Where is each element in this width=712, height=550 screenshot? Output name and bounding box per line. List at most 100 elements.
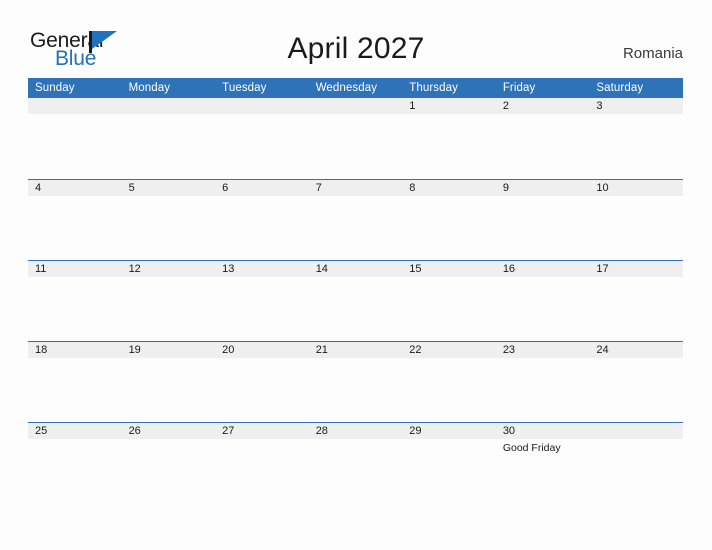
calendar-day-cell[interactable] xyxy=(28,98,122,179)
calendar-day-cell[interactable]: 10 xyxy=(589,179,683,260)
calendar-day-cell[interactable]: 26 xyxy=(121,422,216,503)
calendar-day-events xyxy=(589,439,683,442)
calendar-day-content xyxy=(215,98,309,179)
calendar-day-number: 25 xyxy=(28,422,122,439)
calendar-day-events xyxy=(28,114,122,117)
calendar-day-cell[interactable] xyxy=(589,422,683,503)
calendar-day-events xyxy=(122,277,216,280)
calendar-day-content: 12 xyxy=(121,260,216,341)
calendar-event-label: Good Friday xyxy=(502,442,561,454)
calendar-day-number: 5 xyxy=(121,179,216,196)
calendar-day-cell[interactable]: 22 xyxy=(402,341,496,422)
calendar-day-cell[interactable]: 27 xyxy=(215,422,309,503)
calendar-day-number: 29 xyxy=(402,422,496,439)
calendar-day-cell[interactable]: 7 xyxy=(308,179,403,260)
calendar-day-events xyxy=(215,277,309,280)
calendar-day-cell[interactable] xyxy=(215,98,309,179)
calendar-day-cell[interactable]: 21 xyxy=(308,341,403,422)
calendar-day-content: 14 xyxy=(308,260,403,341)
calendar-day-events xyxy=(402,439,496,442)
calendar-day-events xyxy=(309,196,403,199)
calendar-day-number: 27 xyxy=(215,422,309,439)
calendar-day-events xyxy=(496,196,590,199)
calendar-day-cell[interactable]: 15 xyxy=(402,260,496,341)
calendar-day-events: Good Friday xyxy=(496,439,590,455)
calendar-day-number: 7 xyxy=(308,179,403,196)
calendar-day-events xyxy=(402,277,496,280)
calendar-day-number: 2 xyxy=(495,98,590,114)
calendar-day-content: 17 xyxy=(589,260,683,341)
calendar-day-number: 22 xyxy=(402,341,496,358)
calendar-day-number: 13 xyxy=(215,260,309,277)
calendar-day-number: 14 xyxy=(308,260,403,277)
calendar-day-cell[interactable]: 14 xyxy=(308,260,403,341)
calendar-day-cell[interactable]: 9 xyxy=(495,179,590,260)
calendar-day-events xyxy=(28,277,122,280)
calendar-day-cell[interactable]: 1 xyxy=(402,98,496,179)
calendar-day-events xyxy=(215,439,309,442)
calendar-day-events xyxy=(309,114,403,117)
page-title: April 2027 xyxy=(287,32,425,65)
calendar-day-cell[interactable]: 30 Good Friday xyxy=(495,422,590,503)
calendar-day-number: 23 xyxy=(495,341,590,358)
calendar-day-content: 8 xyxy=(402,179,496,260)
calendar-day-number: 18 xyxy=(28,341,122,358)
calendar-day-content: 16 xyxy=(495,260,590,341)
calendar-day-cell[interactable]: 6 xyxy=(215,179,309,260)
calendar-day-events xyxy=(496,358,590,361)
calendar-day-cell[interactable]: 18 xyxy=(28,341,122,422)
calendar-day-cell[interactable]: 13 xyxy=(215,260,309,341)
calendar-day-cell[interactable] xyxy=(121,98,216,179)
calendar-day-cell[interactable]: 16 xyxy=(495,260,590,341)
calendar-day-events xyxy=(28,196,122,199)
calendar-day-number xyxy=(121,98,216,114)
calendar-day-content xyxy=(28,98,122,179)
calendar-table: Sunday Monday Tuesday Wednesday Thursday… xyxy=(28,78,683,503)
calendar-day-cell[interactable]: 23 xyxy=(495,341,590,422)
calendar-day-cell[interactable]: 29 xyxy=(402,422,496,503)
calendar-day-number: 6 xyxy=(215,179,309,196)
calendar-day-number: 1 xyxy=(402,98,496,114)
calendar-day-content: 1 xyxy=(402,98,496,179)
calendar-day-cell[interactable]: 11 xyxy=(28,260,122,341)
calendar-day-cell[interactable]: 24 xyxy=(589,341,683,422)
weekday-header-row: Sunday Monday Tuesday Wednesday Thursday… xyxy=(28,78,683,98)
calendar-day-cell[interactable]: 25 xyxy=(28,422,122,503)
calendar-day-number: 20 xyxy=(215,341,309,358)
calendar-day-cell[interactable]: 19 xyxy=(121,341,216,422)
calendar-day-cell[interactable]: 17 xyxy=(589,260,683,341)
calendar-day-number: 30 xyxy=(495,422,590,439)
calendar-day-events xyxy=(28,439,122,442)
calendar-day-number: 8 xyxy=(402,179,496,196)
calendar-day-cell[interactable]: 8 xyxy=(402,179,496,260)
calendar-day-cell[interactable]: 2 xyxy=(495,98,590,179)
calendar-day-cell[interactable] xyxy=(308,98,403,179)
weekday-header-friday: Friday xyxy=(495,78,590,98)
calendar-day-number: 24 xyxy=(589,341,683,358)
calendar-day-cell[interactable]: 5 xyxy=(121,179,216,260)
calendar-day-events xyxy=(122,358,216,361)
calendar-week-row: 4 5 6 7 8 9 10 xyxy=(28,179,683,260)
calendar-day-events xyxy=(28,358,122,361)
weekday-header-monday: Monday xyxy=(121,78,216,98)
calendar-day-content: 19 xyxy=(121,341,216,422)
calendar-day-events xyxy=(589,114,683,117)
calendar-day-cell[interactable]: 20 xyxy=(215,341,309,422)
calendar-day-content: 22 xyxy=(402,341,496,422)
calendar-day-number: 15 xyxy=(402,260,496,277)
page-header: General Blue April 2027 Romania xyxy=(0,0,712,78)
calendar-day-cell[interactable]: 28 xyxy=(308,422,403,503)
calendar-day-events xyxy=(122,114,216,117)
calendar-day-number xyxy=(308,98,403,114)
calendar-day-content: 21 xyxy=(308,341,403,422)
calendar-day-content xyxy=(121,98,216,179)
calendar-day-content: 4 xyxy=(28,179,122,260)
calendar-day-cell[interactable]: 4 xyxy=(28,179,122,260)
calendar-day-cell[interactable]: 12 xyxy=(121,260,216,341)
calendar-day-events xyxy=(309,277,403,280)
calendar-day-content: 23 xyxy=(495,341,590,422)
calendar-week-row: 25 26 27 28 29 30 Good Friday xyxy=(28,422,683,503)
calendar-day-content: 5 xyxy=(121,179,216,260)
calendar-day-number xyxy=(589,422,683,439)
calendar-day-cell[interactable]: 3 xyxy=(589,98,683,179)
